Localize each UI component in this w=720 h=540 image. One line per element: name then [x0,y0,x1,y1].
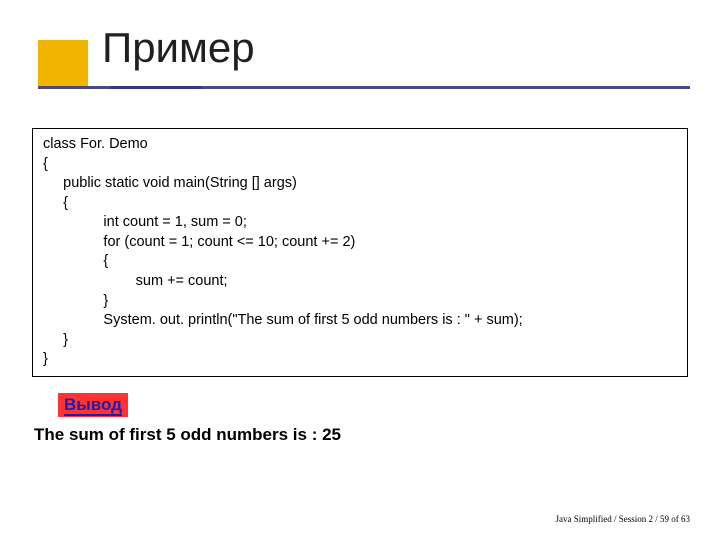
output-label-box: Вывод [58,393,128,417]
title-area: Пример [30,30,690,110]
code-block: class For. Demo { public static void mai… [32,128,688,377]
title-underline-accent [110,86,202,89]
footer-text: Java Simplified / Session 2 / 59 of 63 [556,514,691,524]
accent-box [38,40,88,86]
output-label: Вывод [64,395,122,416]
slide: Пример class For. Demo { public static v… [0,0,720,540]
output-text: The sum of first 5 odd numbers is : 25 [34,425,690,445]
slide-title: Пример [102,24,255,72]
